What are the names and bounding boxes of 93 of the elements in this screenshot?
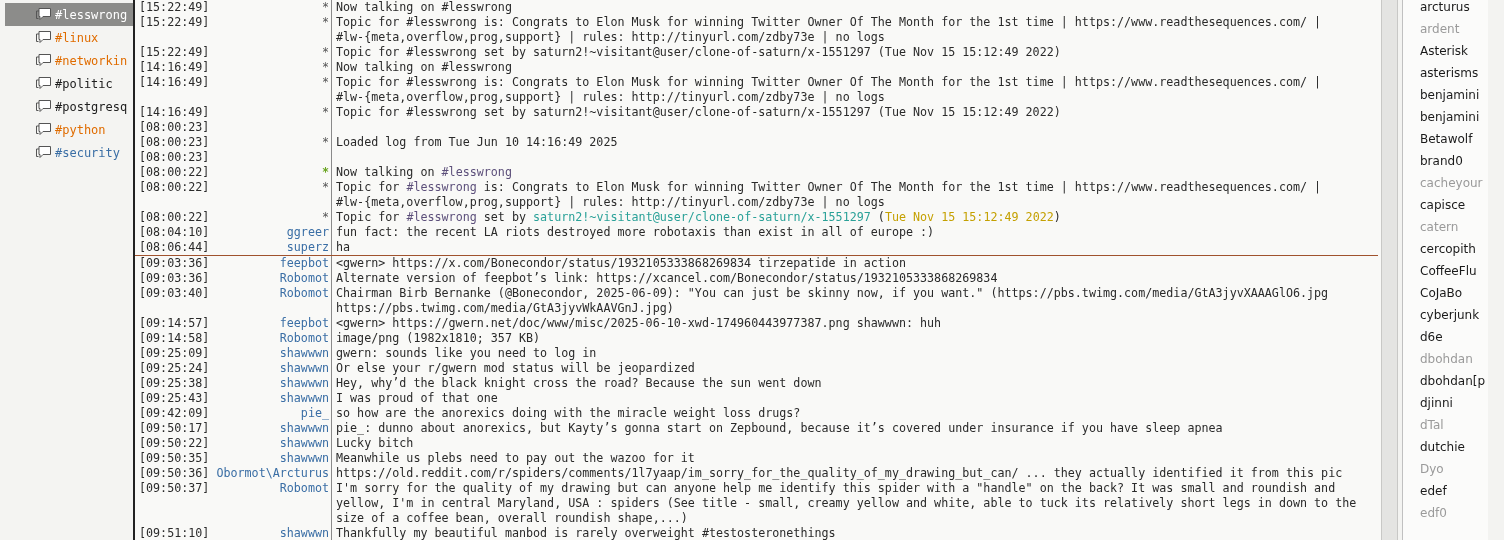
nick: shawwwn — [279, 526, 330, 540]
timestamp: [08:00:23] — [139, 120, 205, 135]
nick: * — [321, 15, 330, 31]
nick: feepbot — [279, 256, 330, 271]
nick: * — [321, 0, 330, 15]
timestamp: [09:03:36] — [139, 256, 205, 271]
nick: shawwwn — [279, 361, 330, 376]
user-item[interactable]: Asterisk — [1403, 40, 1488, 62]
timestamp: [08:00:22] — [139, 165, 205, 180]
timestamp: [14:16:49] — [139, 105, 205, 120]
chat-bubble-icon — [35, 53, 52, 68]
timestamp: [09:51:10] — [139, 526, 205, 540]
nick: shawwwn — [279, 391, 330, 406]
timestamp: [14:16:49] — [139, 75, 205, 91]
nick: * — [321, 165, 330, 180]
chat-bubble-icon — [35, 99, 52, 114]
user-item[interactable]: d6e — [1403, 326, 1488, 348]
timestamp: [15:22:49] — [139, 45, 205, 60]
timestamp: [09:50:17] — [139, 421, 205, 436]
timestamp: [09:50:22] — [139, 436, 205, 451]
nick: * — [321, 60, 330, 75]
timestamp: [09:50:35] — [139, 451, 205, 466]
channel-name: #networkin — [55, 53, 128, 68]
nick: * — [321, 180, 330, 196]
user-item[interactable]: djinni — [1403, 392, 1488, 414]
user-item[interactable]: CoffeeFlu — [1403, 260, 1488, 282]
nick: shawwwn — [279, 376, 330, 391]
timestamp: [09:25:43] — [139, 391, 205, 406]
chat-bubble-icon — [35, 122, 52, 137]
nick: * — [321, 135, 330, 150]
nick: Robomot — [279, 481, 330, 497]
timestamp: [09:42:09] — [139, 406, 205, 421]
timestamp: [08:00:23] — [139, 135, 205, 150]
timestamp: [08:04:10] — [139, 225, 205, 240]
nick: Robomot — [279, 286, 330, 302]
nick: * — [321, 105, 330, 120]
nick: shawwwn — [279, 421, 330, 436]
chat-bubble-icon — [35, 145, 52, 160]
user-item[interactable]: cercopith — [1403, 238, 1488, 260]
user-item[interactable]: benjamini — [1403, 84, 1488, 106]
timestamp: [08:00:22] — [139, 180, 205, 196]
channel-item[interactable]: #security — [5, 141, 133, 164]
nick: Robomot — [279, 331, 330, 346]
channel-name: #linux — [55, 30, 99, 45]
timestamp: [09:03:36] — [139, 271, 205, 286]
timestamp: [09:14:58] — [139, 331, 205, 346]
channel-name: #lesswrong — [55, 7, 128, 22]
user-item[interactable]: benjamini — [1403, 106, 1488, 128]
nick: ggreer — [286, 225, 330, 240]
nick: * — [321, 45, 330, 60]
timestamp: [09:25:09] — [139, 346, 205, 361]
timestamp: [08:06:44] — [139, 240, 205, 255]
nick: shawwwn — [279, 436, 330, 451]
nick: shawwwn — [279, 346, 330, 361]
chat-bubble-icon — [35, 7, 52, 22]
nick: Robomot — [279, 271, 330, 286]
user-item[interactable]: dutchie — [1403, 436, 1488, 458]
channel-name: #security — [55, 145, 121, 160]
timestamp: [14:16:49] — [139, 60, 205, 75]
channel-item[interactable]: #politic — [5, 72, 133, 95]
user-item[interactable]: capisce — [1403, 194, 1488, 216]
timestamp: [09:50:37] — [139, 481, 205, 497]
chat-bubble-icon — [35, 30, 52, 45]
channel-item[interactable]: #postgresq — [5, 95, 133, 118]
user-item[interactable]: asterisms — [1403, 62, 1488, 84]
user-item[interactable]: arcturus — [1403, 0, 1488, 18]
timestamp: [15:22:49] — [139, 15, 205, 31]
nick: superz — [286, 240, 330, 255]
nick: shawwwn — [279, 451, 330, 466]
nick: pie_ — [300, 406, 330, 421]
timestamp: [08:00:22] — [139, 210, 205, 225]
channel-name: #postgresq — [55, 99, 128, 114]
user-item[interactable]: CoJaBo — [1403, 282, 1488, 304]
timestamp: [09:25:38] — [139, 376, 205, 391]
nick: Obormot\Arcturus — [216, 466, 330, 481]
timestamp: [15:22:49] — [139, 0, 205, 15]
user-item[interactable]: Betawolf — [1403, 128, 1488, 150]
nick: * — [321, 75, 330, 91]
timestamp: [08:00:23] — [139, 150, 205, 165]
chat-bubble-icon — [35, 76, 52, 91]
timestamp: [09:14:57] — [139, 316, 205, 331]
channel-name: #python — [55, 122, 106, 137]
timestamp: [09:50:36] — [139, 466, 205, 481]
user-item[interactable]: edef — [1403, 480, 1488, 502]
user-item[interactable]: brand0 — [1403, 150, 1488, 172]
user-item[interactable]: cyberjunk — [1403, 304, 1488, 326]
nick: feepbot — [279, 316, 330, 331]
scrollbar[interactable] — [1381, 0, 1398, 540]
channel-name: #politic — [55, 76, 113, 91]
timestamp: [09:25:24] — [139, 361, 205, 376]
user-item[interactable]: dbohdan[p — [1403, 370, 1488, 392]
timestamp: [09:03:40] — [139, 286, 205, 302]
nick: * — [321, 210, 330, 225]
